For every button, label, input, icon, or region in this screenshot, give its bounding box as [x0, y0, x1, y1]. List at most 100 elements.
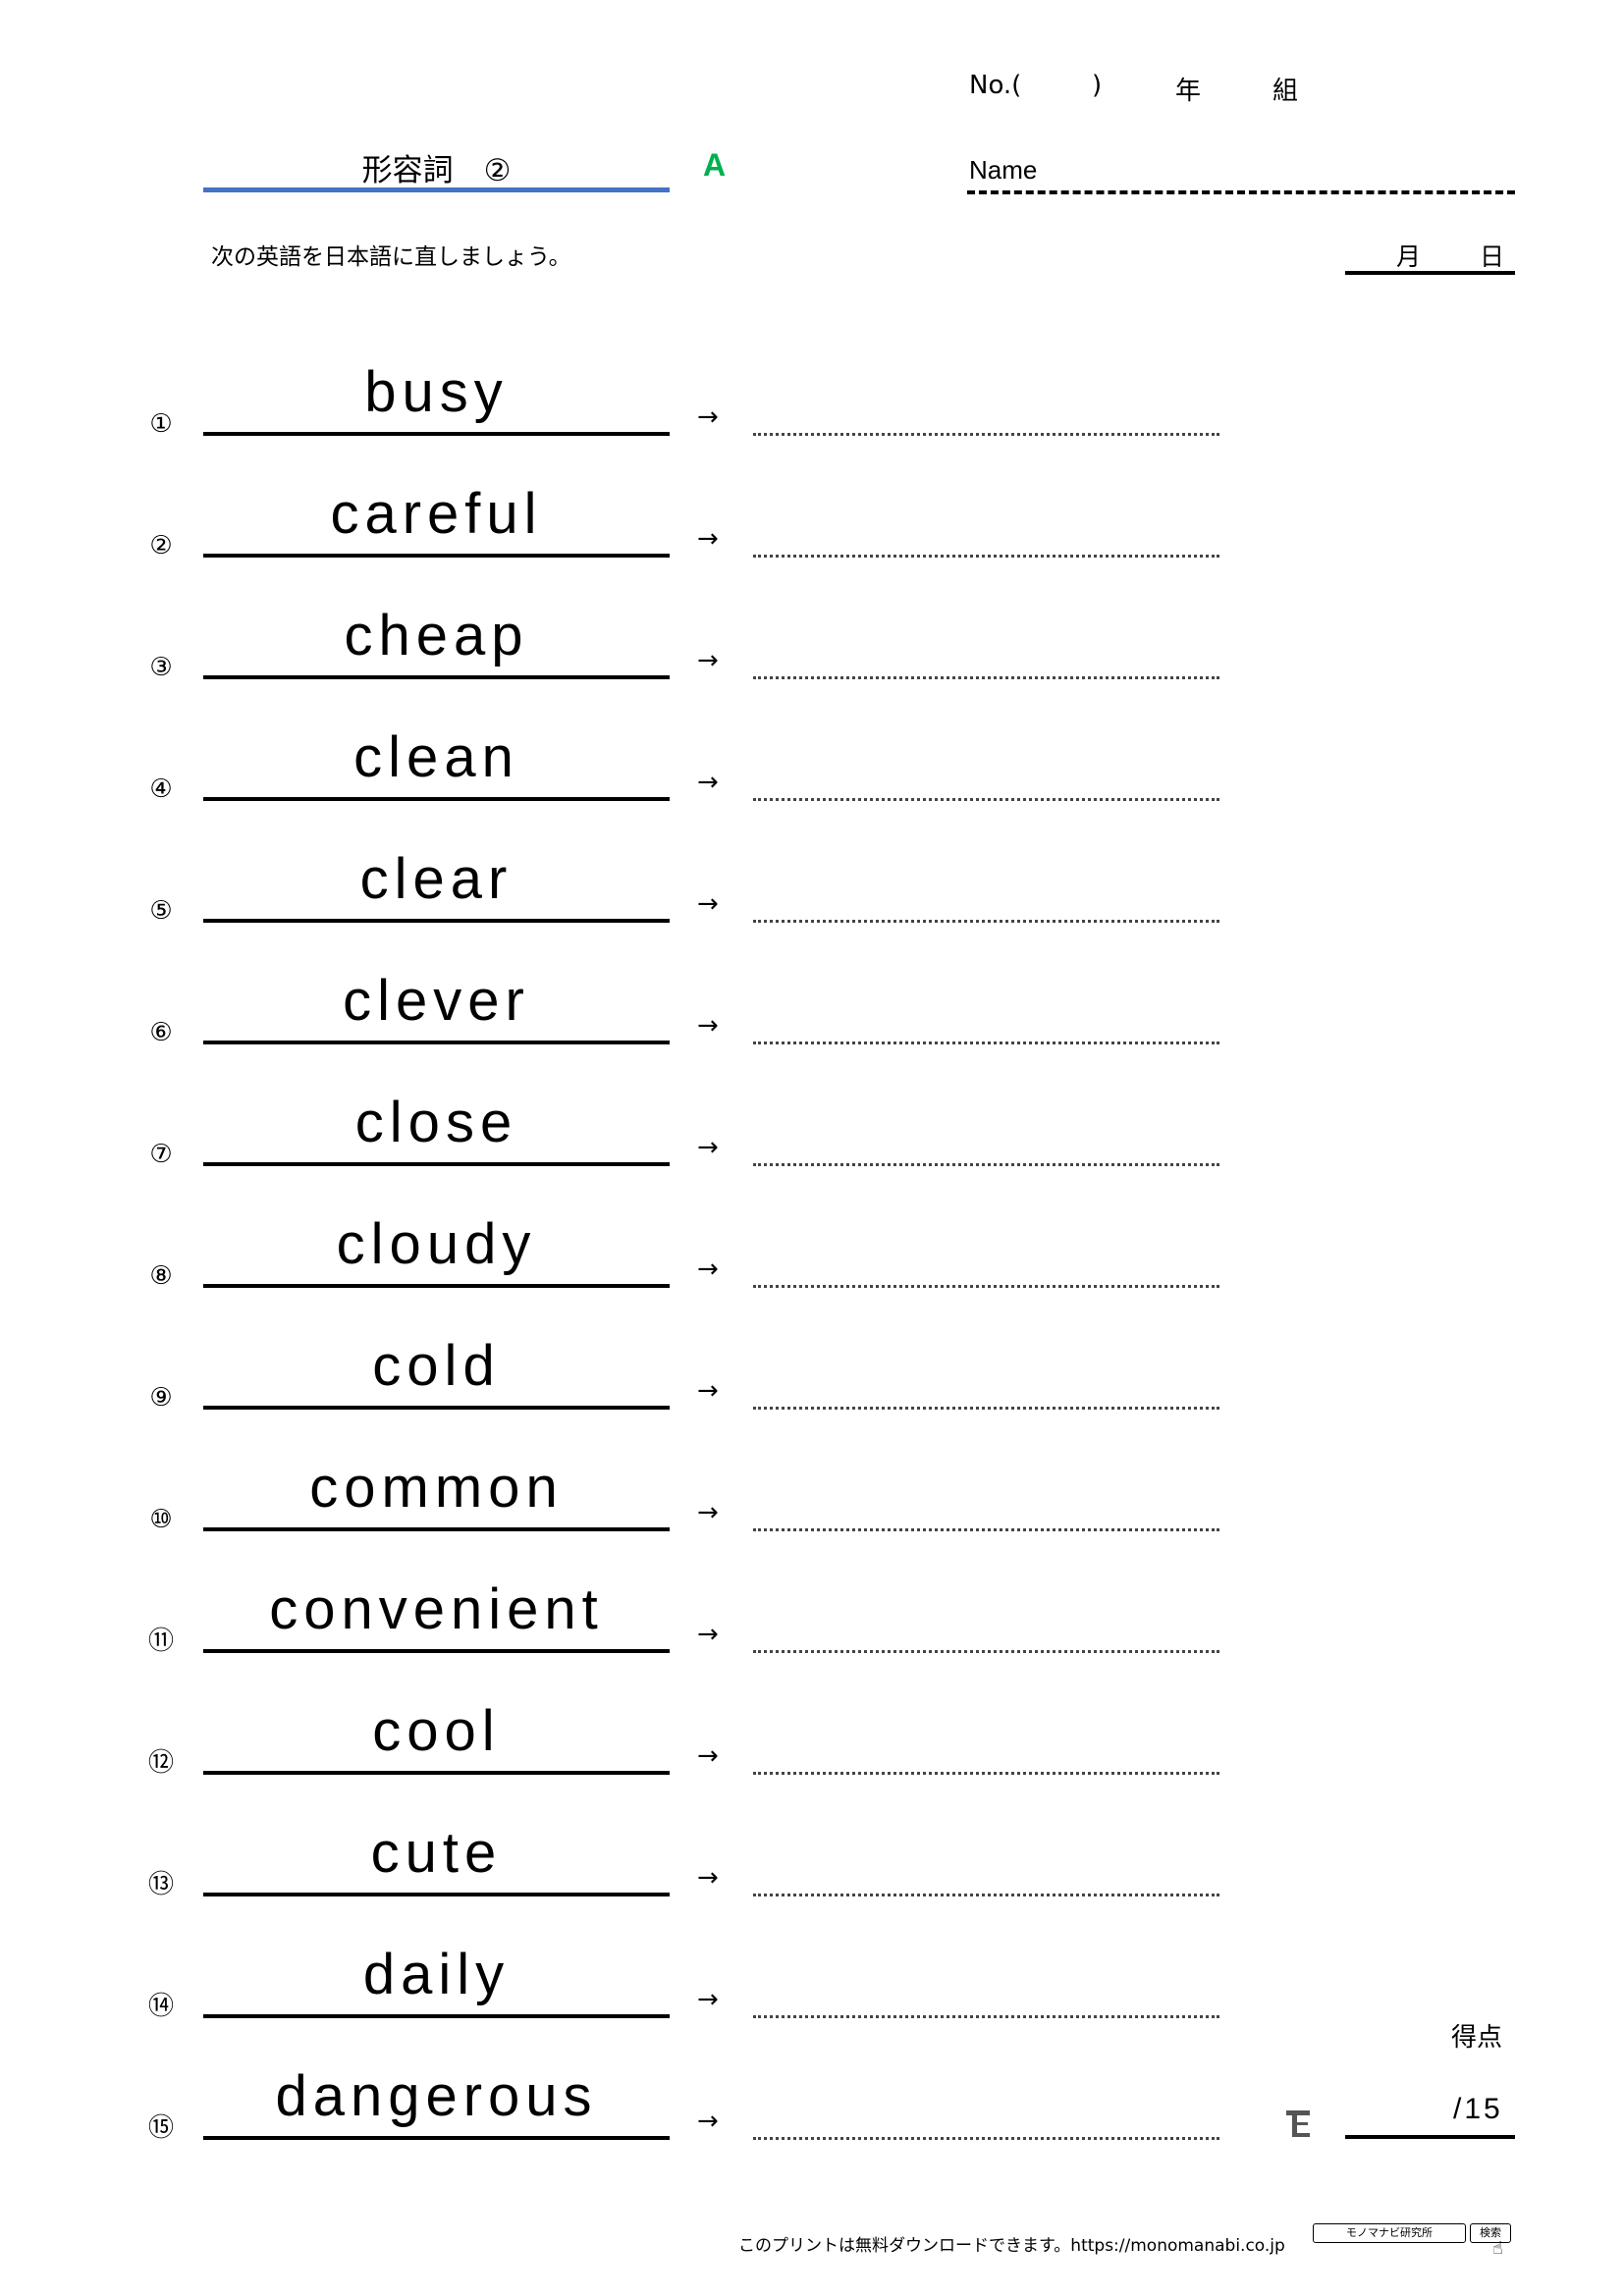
- answer-field[interactable]: [753, 433, 1219, 436]
- answer-field[interactable]: [753, 1772, 1219, 1775]
- search-button: 検索: [1470, 2223, 1511, 2243]
- question-number: ⑨: [149, 1383, 173, 1413]
- english-word: clever: [343, 969, 530, 1033]
- arrow-icon: →: [697, 646, 719, 675]
- arrow-icon: →: [697, 1620, 719, 1649]
- no-close: ): [1092, 71, 1103, 100]
- question-number: ⑩: [149, 1505, 173, 1534]
- answer-field[interactable]: [753, 1650, 1219, 1653]
- date-field[interactable]: [1345, 271, 1515, 275]
- answer-field[interactable]: [753, 2015, 1219, 2018]
- question-row: ① busy →: [0, 355, 1624, 477]
- footer-text: このプリントは無料ダウンロードできます。https://monomanabi.c…: [738, 2236, 1285, 2256]
- english-word: cool: [372, 1699, 501, 1763]
- english-word: cute: [370, 1821, 503, 1885]
- question-row: ⑬ cute →: [0, 1816, 1624, 1938]
- arrow-icon: →: [697, 1255, 719, 1284]
- word-underline: [203, 1771, 670, 1775]
- question-number: ④: [149, 774, 173, 804]
- english-word: clear: [359, 847, 514, 911]
- arrow-icon: →: [697, 1985, 719, 2014]
- question-number: ⑦: [149, 1140, 173, 1169]
- question-row: ⑥ clever →: [0, 964, 1624, 1086]
- answer-field[interactable]: [753, 920, 1219, 923]
- question-row: ⑪ convenient →: [0, 1573, 1624, 1694]
- english-word: clean: [353, 725, 519, 789]
- answer-field[interactable]: [753, 798, 1219, 801]
- question-row: ⑧ cloudy →: [0, 1207, 1624, 1329]
- question-number: ⑮: [147, 2113, 174, 2143]
- word-underline: [203, 675, 670, 679]
- answer-field[interactable]: [753, 2137, 1219, 2140]
- question-row: ⑦ close →: [0, 1086, 1624, 1207]
- arrow-icon: →: [697, 2107, 719, 2136]
- score-total: /15: [1453, 2093, 1503, 2125]
- no-label: No.(: [969, 71, 1022, 100]
- word-underline: [203, 919, 670, 923]
- question-number: ③: [149, 653, 173, 682]
- answer-field[interactable]: [753, 676, 1219, 679]
- answer-field[interactable]: [753, 1285, 1219, 1288]
- question-row: ⑨ cold →: [0, 1329, 1624, 1451]
- english-word: convenient: [269, 1577, 604, 1641]
- arrow-icon: →: [697, 889, 719, 919]
- word-underline: [203, 1527, 670, 1531]
- english-word: dangerous: [275, 2064, 598, 2128]
- word-underline: [203, 1649, 670, 1653]
- arrow-icon: →: [697, 1741, 719, 1771]
- answer-field[interactable]: [753, 1163, 1219, 1166]
- word-underline: [203, 1893, 670, 1896]
- search-box: モノマナビ研究所: [1313, 2223, 1466, 2243]
- question-number: ⑫: [147, 1748, 174, 1778]
- question-number: ⑬: [147, 1870, 174, 1899]
- answer-field[interactable]: [753, 1407, 1219, 1410]
- word-underline: [203, 1284, 670, 1288]
- question-row: ⑮ dangerous →: [0, 2059, 1624, 2181]
- score-label: 得点: [1451, 2023, 1503, 2053]
- english-word: cloudy: [336, 1212, 537, 1276]
- question-row: ⑫ cool →: [0, 1694, 1624, 1816]
- answer-field[interactable]: [753, 1894, 1219, 1896]
- arrow-icon: →: [697, 402, 719, 432]
- question-row: ⑤ clear →: [0, 842, 1624, 964]
- question-row: ⑭ daily →: [0, 1938, 1624, 2059]
- word-underline: [203, 2136, 670, 2140]
- variant-label: A: [703, 147, 727, 183]
- hand-cursor-icon: ☝: [1492, 2238, 1503, 2259]
- arrow-icon: →: [697, 1376, 719, 1406]
- question-number: ⑧: [149, 1261, 173, 1291]
- word-underline: [203, 797, 670, 801]
- english-word: careful: [330, 482, 543, 546]
- english-word: cheap: [344, 604, 529, 667]
- answer-field[interactable]: [753, 555, 1219, 558]
- question-row: ③ cheap →: [0, 599, 1624, 721]
- arrow-icon: →: [697, 1011, 719, 1041]
- question-number: ⑭: [147, 1992, 174, 2021]
- question-number: ⑪: [147, 1627, 174, 1656]
- name-field[interactable]: [967, 190, 1515, 194]
- question-number: ②: [149, 531, 173, 561]
- monomanabi-logo-icon: [1286, 2110, 1310, 2137]
- name-label: Name: [969, 155, 1038, 185]
- question-number: ⑤: [149, 896, 173, 926]
- arrow-icon: →: [697, 1498, 719, 1527]
- answer-field[interactable]: [753, 1041, 1219, 1044]
- arrow-icon: →: [697, 768, 719, 797]
- title-underline: [203, 187, 670, 192]
- english-word: common: [309, 1456, 564, 1520]
- word-underline: [203, 2014, 670, 2018]
- worksheet-title: 形容詞 ②: [361, 153, 512, 188]
- question-row: ④ clean →: [0, 721, 1624, 842]
- instruction: 次の英語を日本語に直しましょう。: [211, 244, 571, 270]
- english-word: cold: [372, 1334, 501, 1398]
- answer-field[interactable]: [753, 1528, 1219, 1531]
- score-field[interactable]: [1345, 2135, 1515, 2139]
- english-word: close: [354, 1091, 518, 1154]
- english-word: daily: [362, 1943, 511, 2006]
- question-number: ①: [149, 409, 173, 439]
- day-label: 日: [1480, 242, 1505, 271]
- year-label: 年: [1175, 77, 1202, 106]
- month-label: 月: [1396, 242, 1422, 271]
- word-underline: [203, 554, 670, 558]
- question-number: ⑥: [149, 1018, 173, 1047]
